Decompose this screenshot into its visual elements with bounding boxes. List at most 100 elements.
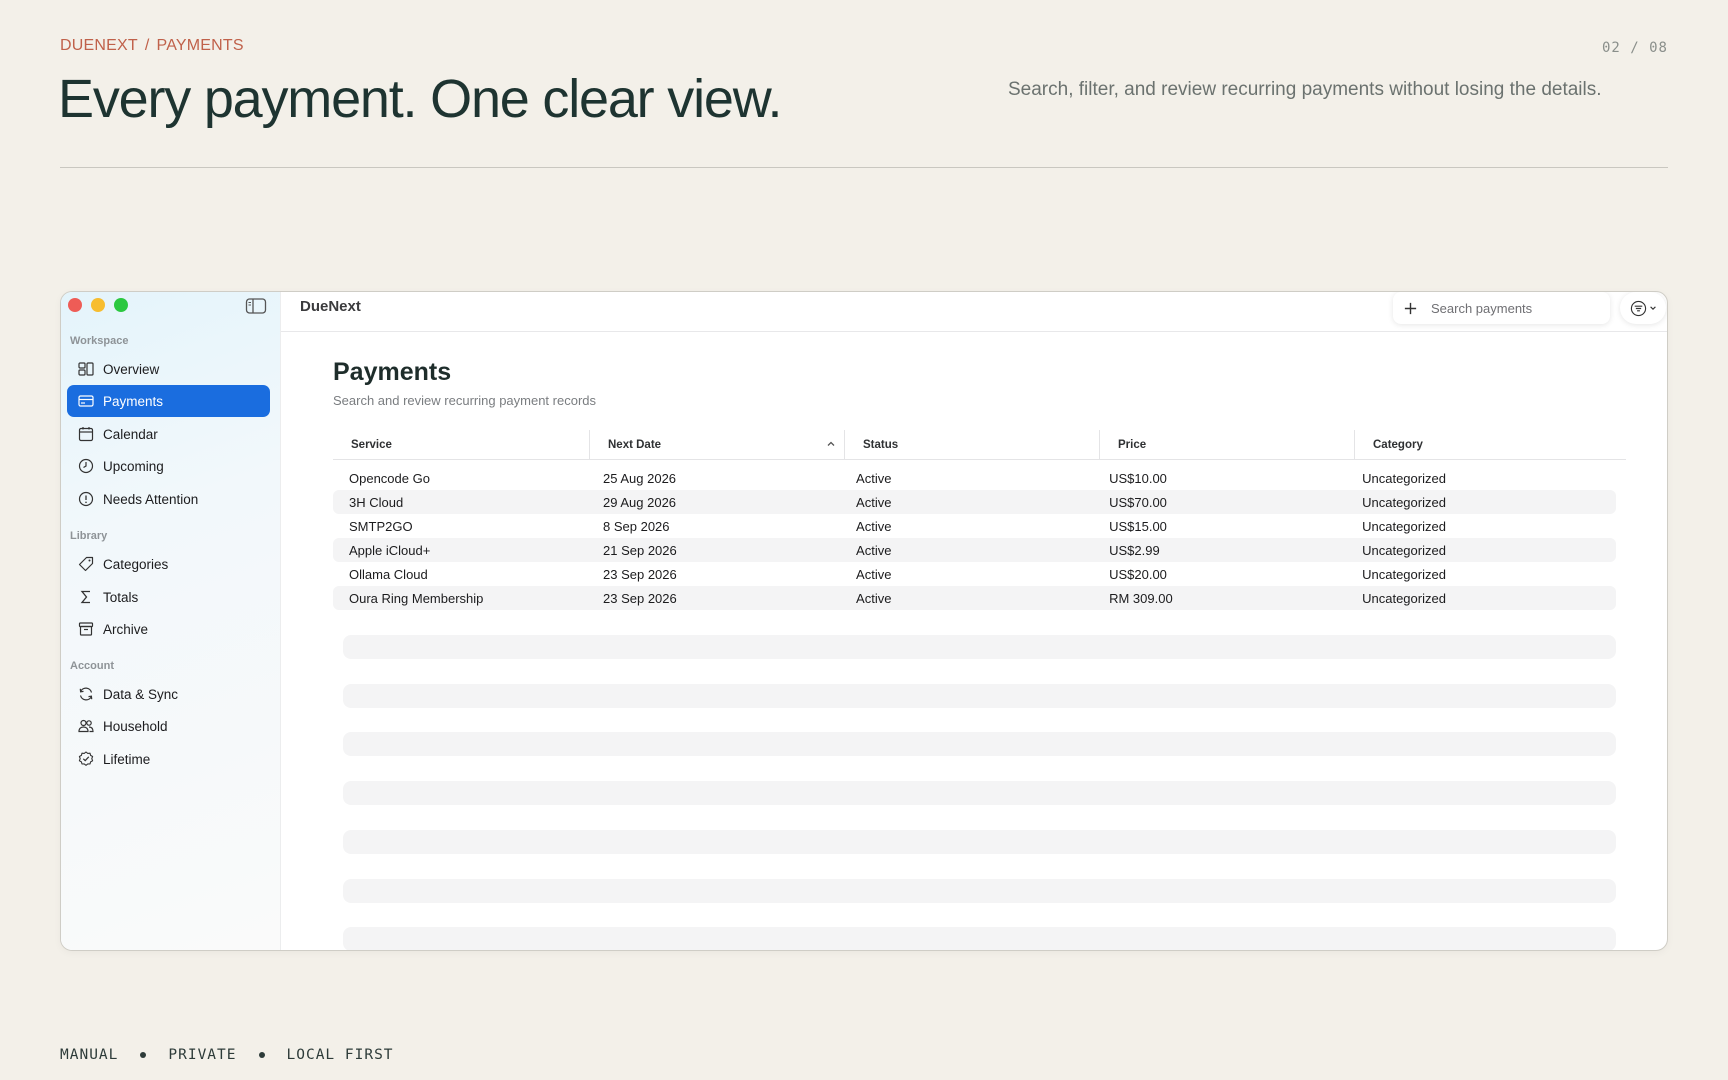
cell-price: US$70.00 [1109, 494, 1167, 510]
empty-row-placeholder [343, 830, 1616, 854]
cell-next-date: 23 Sep 2026 [603, 590, 677, 606]
clock-icon [77, 457, 95, 475]
close-window-button[interactable] [68, 298, 82, 312]
cell-price: US$15.00 [1109, 518, 1167, 534]
cell-category: Uncategorized [1362, 518, 1446, 534]
cell-status: Active [856, 518, 892, 534]
table-row[interactable]: Apple iCloud+ 21 Sep 2026 Active US$2.99… [333, 538, 1616, 562]
table-row[interactable]: 3H Cloud 29 Aug 2026 Active US$70.00 Unc… [333, 490, 1616, 514]
sidebar-item-label: Totals [103, 589, 139, 605]
table-row[interactable]: Opencode Go 25 Aug 2026 Active US$10.00 … [333, 466, 1616, 490]
sync-icon [77, 685, 95, 703]
breadcrumb-brand: DUENEXT [60, 37, 138, 54]
sidebar-item-label: Data & Sync [103, 686, 179, 702]
search-input[interactable] [1431, 300, 1601, 316]
badge-check-icon [77, 750, 95, 768]
sidebar-section-account: Account [70, 660, 114, 672]
sidebar-toggle-icon[interactable] [245, 297, 267, 315]
empty-row-placeholder [343, 732, 1616, 756]
sidebar-item-archive[interactable]: Archive [67, 613, 270, 645]
overview-icon [77, 360, 95, 378]
cell-next-date: 25 Aug 2026 [603, 470, 677, 486]
cell-status: Active [856, 542, 892, 558]
sidebar-item-label: Categories [103, 556, 169, 572]
cell-price: RM 309.00 [1109, 590, 1173, 606]
cell-status: Active [856, 494, 892, 510]
page-indicator: 02 / 08 [1601, 40, 1668, 56]
chevron-down-icon [1649, 306, 1656, 310]
page-title: Payments [333, 358, 452, 386]
empty-row-placeholder [343, 635, 1616, 659]
column-header-price[interactable]: Price [1099, 429, 1354, 460]
cell-price: US$2.99 [1109, 542, 1160, 558]
breadcrumb-separator: / [144, 37, 150, 54]
cell-service: Opencode Go [349, 470, 430, 486]
tag-icon [77, 555, 95, 573]
card-icon [77, 392, 95, 410]
sidebar-section-workspace: Workspace [70, 335, 129, 347]
sidebar-item-label: Calendar [103, 426, 158, 442]
column-header-next-date[interactable]: Next Date [589, 429, 844, 460]
sidebar-item-categories[interactable]: Categories [67, 548, 270, 580]
sidebar: Workspace Overview Payments Calendar Upc… [61, 292, 281, 950]
sidebar-item-label: Overview [103, 361, 160, 377]
sigma-icon [77, 588, 95, 606]
cell-service: 3H Cloud [349, 494, 404, 510]
cell-status: Active [856, 470, 892, 486]
sidebar-item-payments[interactable]: Payments [67, 385, 270, 417]
sidebar-item-totals[interactable]: Totals [67, 581, 270, 613]
cell-category: Uncategorized [1362, 470, 1446, 486]
divider [60, 167, 1668, 168]
table-row[interactable]: SMTP2GO 8 Sep 2026 Active US$15.00 Uncat… [333, 514, 1616, 538]
table-row[interactable]: Oura Ring Membership 23 Sep 2026 Active … [333, 586, 1616, 610]
minimize-window-button[interactable] [91, 298, 105, 312]
cell-category: Uncategorized [1362, 542, 1446, 558]
cell-service: Ollama Cloud [349, 566, 428, 582]
cell-category: Uncategorized [1362, 494, 1446, 510]
alert-icon [77, 490, 95, 508]
sidebar-item-label: Upcoming [103, 458, 164, 474]
zoom-window-button[interactable] [114, 298, 128, 312]
app-window: Workspace Overview Payments Calendar Upc… [60, 291, 1668, 951]
calendar-icon [77, 425, 95, 443]
cell-category: Uncategorized [1362, 590, 1446, 606]
bullet-separator [258, 1052, 265, 1058]
empty-row-placeholder [343, 781, 1616, 805]
sidebar-item-overview[interactable]: Overview [67, 353, 270, 385]
empty-row-placeholder [343, 879, 1616, 903]
footer-tag: LOCAL FIRST [286, 1047, 394, 1063]
sidebar-item-upcoming[interactable]: Upcoming [67, 450, 270, 482]
sort-ascending-icon [827, 441, 835, 446]
footer-tag: PRIVATE [168, 1047, 237, 1063]
table-header: Service Next Date Status Price Category [333, 429, 1626, 460]
cell-status: Active [856, 590, 892, 606]
archive-icon [77, 620, 95, 638]
column-header-category[interactable]: Category [1354, 429, 1626, 460]
plus-icon [1404, 302, 1416, 314]
sidebar-section-library: Library [70, 530, 108, 542]
filter-menu-button[interactable] [1620, 292, 1666, 324]
table-row[interactable]: Ollama Cloud 23 Sep 2026 Active US$20.00… [333, 562, 1616, 586]
table-body: Opencode Go 25 Aug 2026 Active US$10.00 … [333, 466, 1626, 610]
cell-service: Oura Ring Membership [349, 590, 484, 606]
cell-next-date: 8 Sep 2026 [603, 518, 670, 534]
cell-service: Apple iCloud+ [349, 542, 431, 558]
sidebar-item-lifetime[interactable]: Lifetime [67, 743, 270, 775]
sidebar-item-label: Archive [103, 621, 149, 637]
empty-row-placeholder [343, 927, 1616, 950]
sidebar-item-data-sync[interactable]: Data & Sync [67, 678, 270, 710]
add-payment-button[interactable] [1393, 292, 1427, 324]
sidebar-item-household[interactable]: Household [67, 710, 270, 742]
toolbar: DueNext [281, 292, 1667, 332]
cell-category: Uncategorized [1362, 566, 1446, 582]
column-header-service[interactable]: Service [333, 430, 589, 460]
hero-title: Every payment. One clear view. [58, 69, 783, 129]
cell-next-date: 21 Sep 2026 [603, 542, 677, 558]
cell-next-date: 29 Aug 2026 [603, 494, 677, 510]
breadcrumb-section: PAYMENTS [156, 37, 244, 54]
sidebar-item-calendar[interactable]: Calendar [67, 418, 270, 450]
window-controls [68, 298, 128, 312]
column-header-status[interactable]: Status [844, 429, 1099, 460]
empty-row-placeholder [343, 684, 1616, 708]
sidebar-item-needs-attention[interactable]: Needs Attention [67, 483, 270, 515]
